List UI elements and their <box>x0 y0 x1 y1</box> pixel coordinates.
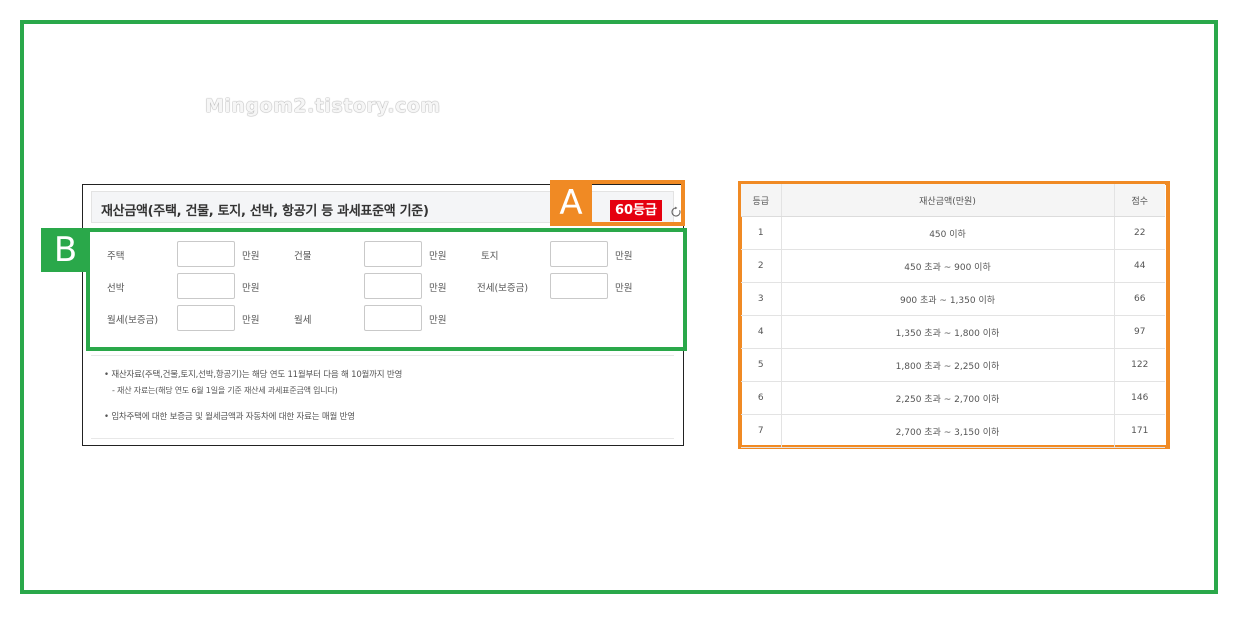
amount-cell: 900 초과 ~ 1,350 이하 <box>780 282 1114 316</box>
amount-cell: 1,350 초과 ~ 1,800 이하 <box>780 315 1114 349</box>
score-cell: 66 <box>1113 282 1165 316</box>
score-cell: 122 <box>1113 348 1165 382</box>
marker-b-box <box>86 228 687 351</box>
grade-cell: 6 <box>741 381 781 415</box>
notes-section: • 재산자료(주택,건물,토지,선박,항공기)는 해당 연도 11월부터 다음 … <box>91 355 674 439</box>
grade-cell: 3 <box>741 282 781 316</box>
score-cell: 22 <box>1113 216 1165 250</box>
table-row: 5 1,800 초과 ~ 2,250 이하 122 <box>741 348 1165 382</box>
grade-cell: 4 <box>741 315 781 349</box>
amount-cell: 450 초과 ~ 900 이하 <box>780 249 1114 283</box>
header-score: 점수 <box>1113 184 1165 217</box>
table-row: 6 2,250 초과 ~ 2,700 이하 146 <box>741 381 1165 415</box>
form-title: 재산금액(주택, 건물, 토지, 선박, 항공기 등 과세표준액 기준) <box>101 204 429 219</box>
amount-cell: 1,800 초과 ~ 2,250 이하 <box>780 348 1114 382</box>
score-cell: 146 <box>1113 381 1165 415</box>
note-item: • 재산자료(주택,건물,토지,선박,항공기)는 해당 연도 11월부터 다음 … <box>104 370 403 380</box>
score-cell: 97 <box>1113 315 1165 349</box>
table-row: 2 450 초과 ~ 900 이하 44 <box>741 249 1165 283</box>
grade-cell: 1 <box>741 216 781 250</box>
grade-cell: 5 <box>741 348 781 382</box>
marker-b-label: B <box>41 228 90 272</box>
score-cell: 44 <box>1113 249 1165 283</box>
header-amount: 재산금액(만원) <box>780 184 1114 217</box>
header-grade: 등급 <box>741 184 781 217</box>
table-row: 3 900 초과 ~ 1,350 이하 66 <box>741 282 1165 316</box>
amount-cell: 450 이하 <box>780 216 1114 250</box>
watermark: Mingom2.tistory.com <box>205 95 441 117</box>
grade-score-table: 등급 재산금액(만원) 점수 1 450 이하 22 2 450 초과 ~ 900 이… <box>741 184 1165 448</box>
amount-cell: 2,700 초과 ~ 3,150 이하 <box>780 414 1114 448</box>
table-row: 1 450 이하 22 <box>741 216 1165 250</box>
note-subitem: - 재산 자료는(해당 연도 6월 1일을 기준 재산세 과세표준금액 입니다) <box>112 386 338 395</box>
table-header-row: 등급 재산금액(만원) 점수 <box>741 184 1165 217</box>
note-item: • 임차주택에 대한 보증금 및 월세금액과 자동차에 대한 자료는 매월 반영 <box>104 412 355 422</box>
score-cell: 171 <box>1113 414 1165 448</box>
marker-a-label: A <box>550 180 592 226</box>
table-row: 7 2,700 초과 ~ 3,150 이하 171 <box>741 414 1165 448</box>
grade-cell: 7 <box>741 414 781 448</box>
table-row: 4 1,350 초과 ~ 1,800 이하 97 <box>741 315 1165 349</box>
grade-cell: 2 <box>741 249 781 283</box>
amount-cell: 2,250 초과 ~ 2,700 이하 <box>780 381 1114 415</box>
